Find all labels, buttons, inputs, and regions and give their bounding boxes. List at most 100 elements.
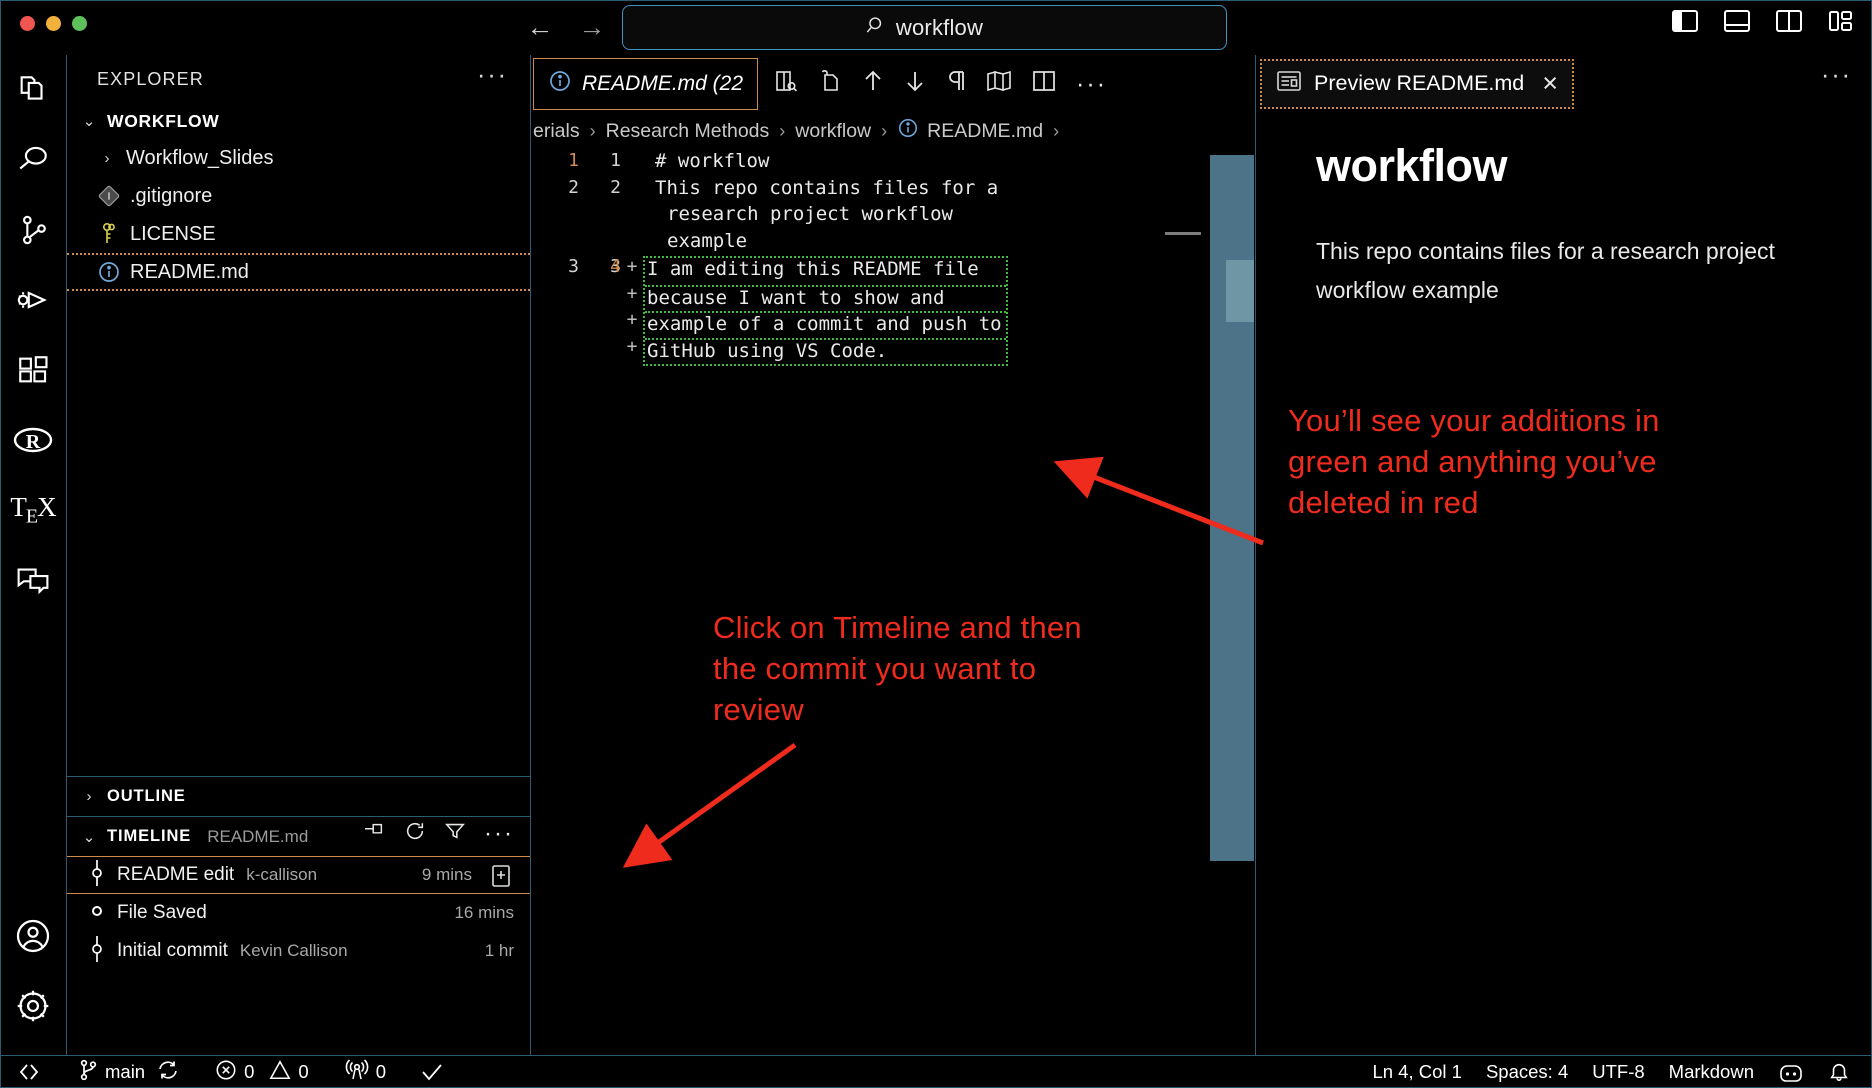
chevron-down-icon[interactable]: ⌄ <box>79 112 99 130</box>
sidebar-item-chat[interactable] <box>0 545 66 615</box>
diff-editor[interactable]: 1 1 # workflow 2 2 This repo contains fi… <box>531 150 1255 1055</box>
toggle-panel-icon[interactable] <box>1724 10 1750 32</box>
previous-change-icon[interactable] <box>862 69 884 98</box>
tab-readme-diff[interactable]: README.md (22 <box>533 57 759 110</box>
commit-icon <box>89 859 105 891</box>
status-branch[interactable]: main <box>66 1056 191 1088</box>
chevron-right-icon[interactable]: › <box>97 150 117 167</box>
open-changes-icon[interactable] <box>818 69 842 98</box>
status-encoding[interactable]: UTF-8 <box>1580 1056 1656 1088</box>
sidebar-item-source-control[interactable] <box>0 195 66 265</box>
zoom-window-button[interactable] <box>72 16 87 31</box>
sidebar-item-r-language[interactable]: R <box>0 405 66 475</box>
chevron-right-icon[interactable]: › <box>79 788 99 805</box>
scrollbar-thumb[interactable] <box>1226 260 1254 322</box>
diff-icon[interactable] <box>490 864 512 893</box>
search-icon <box>866 15 887 41</box>
timeline-entry-initial-commit[interactable]: Initial commit Kevin Callison 1 hr <box>67 932 530 970</box>
customize-layout-icon[interactable] <box>1828 10 1854 32</box>
radio-tower-icon <box>345 1058 369 1086</box>
gutter-row: + <box>531 283 643 310</box>
timeline-actions[interactable]: ··· <box>364 820 514 847</box>
sidebar-item-run-and-debug[interactable] <box>0 265 66 335</box>
close-window-button[interactable] <box>20 16 35 31</box>
status-language-mode[interactable]: Markdown <box>1657 1056 1766 1088</box>
timeline-entry-file-saved[interactable]: File Saved 16 mins <box>67 894 530 932</box>
file-row-license[interactable]: LICENSE <box>67 215 530 253</box>
license-key-icon <box>97 222 121 246</box>
check-icon[interactable] <box>408 1056 456 1088</box>
sidebar-item-tex[interactable]: TEX <box>0 475 66 545</box>
sidebar-item-extensions[interactable] <box>0 335 66 405</box>
breadcrumb-file-label: README.md <box>927 119 1044 142</box>
sidebar-item-manage[interactable] <box>0 971 66 1041</box>
bell-icon[interactable] <box>1816 1056 1872 1088</box>
breadcrumb-item[interactable]: workflow <box>795 120 871 143</box>
outline-section-header[interactable]: › OUTLINE <box>67 776 530 816</box>
sync-icon[interactable] <box>157 1060 179 1085</box>
layout-toggles[interactable] <box>1672 10 1854 32</box>
status-indentation[interactable]: Spaces: 4 <box>1474 1056 1580 1088</box>
breadcrumb-item-file[interactable]: README.md <box>897 117 1043 145</box>
more-actions-icon[interactable]: ··· <box>1076 71 1107 96</box>
timeline-more-actions-icon[interactable]: ··· <box>484 821 514 845</box>
chevron-down-icon[interactable]: ⌄ <box>79 828 99 846</box>
toggle-primary-sidebar-icon[interactable] <box>1672 10 1698 32</box>
breadcrumb[interactable]: erials › Research Methods › workflow › R… <box>531 112 1255 150</box>
timeline-entry-label: Initial commit <box>117 940 228 961</box>
tab-preview-readme[interactable]: Preview README.md × <box>1260 58 1575 109</box>
breadcrumb-item[interactable]: Research Methods <box>606 120 770 143</box>
back-arrow-icon[interactable]: ← <box>525 8 555 46</box>
command-center[interactable]: workflow <box>622 5 1227 50</box>
window-controls[interactable] <box>20 16 87 31</box>
next-change-icon[interactable] <box>904 69 926 98</box>
svg-text:R: R <box>26 431 41 453</box>
file-row-gitignore[interactable]: .gitignore <box>67 177 530 215</box>
minimap-icon[interactable] <box>986 69 1012 98</box>
sidebar-item-search[interactable] <box>0 125 66 195</box>
diff-line-wrapped: example <box>531 230 1255 257</box>
diff-line-text: because I want to show and <box>647 286 945 309</box>
forward-arrow-icon[interactable]: → <box>577 8 607 46</box>
status-cursor-position[interactable]: Ln 4, Col 1 <box>1360 1056 1473 1088</box>
file-row-workflow-slides[interactable]: › Workflow_Slides <box>67 139 530 177</box>
chevron-right-icon: › <box>589 120 596 141</box>
breadcrumb-item[interactable]: erials <box>533 120 580 143</box>
toggle-secondary-sidebar-icon[interactable] <box>1776 10 1802 32</box>
git-file-icon <box>97 184 121 208</box>
added-lines-block: I am editing this README file because I … <box>643 256 1008 366</box>
filter-icon[interactable] <box>444 820 466 847</box>
pilcrow-icon[interactable] <box>946 69 966 98</box>
timeline-entry-author: Kevin Callison <box>239 941 348 960</box>
sidebar-item-explorer[interactable] <box>0 55 66 125</box>
file-row-readme[interactable]: README.md <box>67 253 530 291</box>
split-editor-icon[interactable] <box>1032 70 1056 97</box>
navigation-arrows[interactable]: ← → <box>525 8 607 46</box>
timeline-entry-readme-edit[interactable]: README edit k-callison 9 mins <box>67 856 530 894</box>
sidebar-item-accounts[interactable] <box>0 901 66 971</box>
timeline-section-header[interactable]: ⌄ TIMELINE README.md ··· <box>67 816 530 856</box>
explorer-more-actions-icon[interactable]: ··· <box>477 61 508 90</box>
timeline-entry-author: k-callison <box>246 865 318 884</box>
status-bar: main 0 0 0 Ln 4, Col 1 Spaces: 4 UTF-8 M… <box>0 1055 1872 1088</box>
status-ports[interactable]: 0 <box>333 1056 398 1088</box>
editor-scrollbar[interactable] <box>1210 155 1254 861</box>
annotation-timeline-note: Click on Timeline and then the commit yo… <box>713 610 1082 728</box>
editor-tab-actions[interactable]: ··· <box>774 69 1107 98</box>
remote-window-icon[interactable] <box>0 1056 52 1088</box>
status-errors[interactable]: 0 0 <box>203 1056 321 1088</box>
diff-line-added: I am editing this README file <box>645 258 1006 285</box>
diff-line-added: example of a commit and push to <box>645 311 1006 338</box>
timeline-entry-label: File Saved <box>117 902 207 923</box>
preview-more-actions-icon[interactable]: ··· <box>1821 61 1852 90</box>
pin-icon[interactable] <box>364 821 386 846</box>
refresh-icon[interactable] <box>404 820 426 847</box>
split-diff-icon[interactable] <box>774 69 798 98</box>
copilot-icon[interactable] <box>1766 1056 1816 1088</box>
diff-line-text: example of a commit and push to <box>647 313 1002 335</box>
timeline-entry-time: 16 mins <box>454 903 514 922</box>
workspace-root-row[interactable]: ⌄ WORKFLOW <box>67 103 530 139</box>
minimize-window-button[interactable] <box>46 16 61 31</box>
close-icon[interactable]: × <box>1542 68 1558 99</box>
file-label: README.md <box>130 260 249 283</box>
